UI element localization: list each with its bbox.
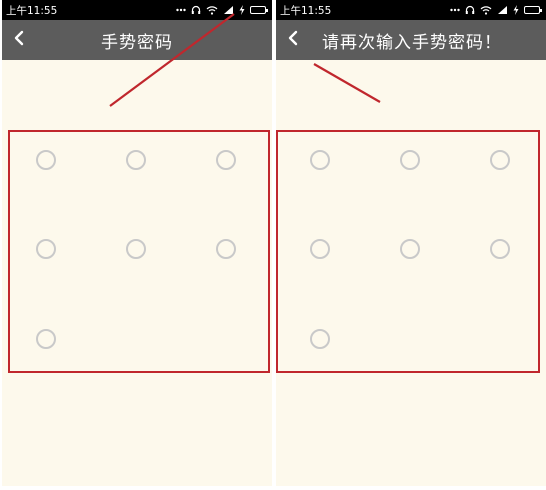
back-button[interactable] — [2, 20, 36, 60]
wifi-icon — [206, 5, 218, 15]
status-bar: 上午11:55 — [2, 0, 272, 20]
status-icons — [176, 5, 268, 15]
battery-icon — [524, 6, 542, 14]
signal-icon — [497, 5, 508, 15]
more-dots-icon — [176, 8, 186, 12]
status-icons — [450, 5, 542, 15]
back-button[interactable] — [276, 20, 310, 60]
status-time: 上午11:55 — [6, 4, 58, 17]
battery-icon — [250, 6, 268, 14]
page-title: 手势密码 — [101, 32, 173, 53]
title-bar: 请再次输入手势密码！ — [276, 20, 546, 60]
annotation-box-left — [8, 130, 270, 373]
status-bar: 上午11:55 — [276, 0, 546, 20]
charging-icon — [239, 5, 245, 15]
headphone-icon — [191, 5, 201, 15]
headphone-icon — [465, 5, 475, 15]
back-arrow-icon — [13, 30, 25, 50]
wifi-icon — [480, 5, 492, 15]
more-dots-icon — [450, 8, 460, 12]
title-bar: 手势密码 — [2, 20, 272, 60]
status-time: 上午11:55 — [280, 4, 332, 17]
signal-icon — [223, 5, 234, 15]
annotation-box-right — [276, 130, 540, 373]
back-arrow-icon — [287, 30, 299, 50]
charging-icon — [513, 5, 519, 15]
page-title: 请再次输入手势密码！ — [322, 32, 502, 53]
